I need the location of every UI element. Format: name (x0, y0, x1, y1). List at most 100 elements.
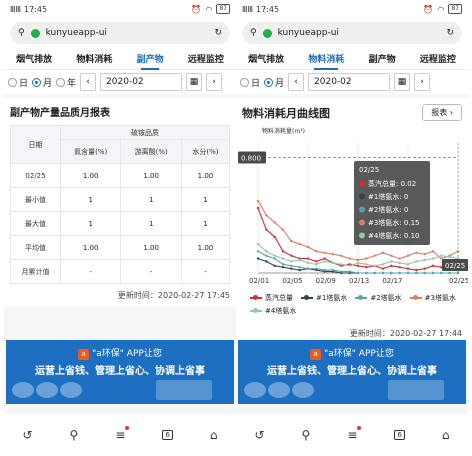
table-row: 月累计值 - - - (10, 259, 231, 284)
search-icon[interactable]: ⚲ (302, 428, 311, 442)
next-date-button[interactable]: › (206, 73, 223, 91)
home-icon[interactable]: ⌂ (210, 428, 218, 442)
data-point (356, 264, 360, 267)
radio-day[interactable]: 日 (8, 76, 28, 89)
report-table: 日期 硫铵品质 氮含量(%) 游离酸(%) 水分(%) 02/25 1.00 1… (10, 125, 231, 284)
tooltip-title: 02/25 (359, 166, 379, 174)
bottom-nav: ↺ ⚲ ≡ 6 ⌂ (236, 414, 468, 456)
data-point (348, 264, 351, 267)
data-point (390, 271, 393, 275)
data-point (390, 254, 393, 257)
line-chart[interactable]: 物料消耗量(m³) 0.800 02/01 02/05 02/09 02/13 02/17 0… (236, 123, 468, 293)
home-icon[interactable]: ⌂ (442, 428, 450, 442)
tab-flue-gas[interactable]: 烟气排放 (14, 48, 54, 69)
report-button[interactable]: 报表 › (422, 104, 462, 121)
url-bar: ⚲ kunyueapp-ui ↻ (236, 18, 468, 48)
tab-material[interactable]: 物料消耗 (306, 48, 346, 70)
search-icon[interactable]: ⚲ (70, 428, 79, 442)
ad-banner[interactable]: a "a环保" APP让您 运营上省钱、管理上省心、协调上省事 (6, 340, 234, 404)
back-icon[interactable]: ↺ (254, 428, 264, 442)
col-header: 水分(%) (180, 139, 231, 164)
tooltip-row: #3塔氨水: 0.15 (368, 218, 420, 227)
data-point (281, 257, 285, 260)
data-point (265, 254, 268, 257)
tabs-icon[interactable]: 6 (162, 430, 173, 440)
group-header: 硫铵品质 (60, 125, 230, 140)
banner-slogan: 运营上省钱、管理上省心、协调上省事 (35, 366, 205, 377)
prev-date-button[interactable]: ‹ (288, 73, 305, 91)
legend-item[interactable]: #3塔氨水 (409, 293, 456, 303)
data-point (315, 250, 318, 253)
refresh-icon[interactable]: ↻ (446, 28, 454, 38)
legend-item[interactable]: #4塔氨水 (250, 306, 296, 316)
data-point (398, 257, 401, 260)
ad-banner[interactable]: a "a环保" APP让您 运营上省钱、管理上省心、协调上省事 (238, 340, 466, 404)
search-icon[interactable]: ⚲ (250, 28, 257, 38)
data-point (423, 258, 426, 262)
x-tick-label: 02/13 (349, 277, 369, 285)
chart-card: 物料消耗月曲线图 报表 › 物料消耗量(m³) 0.800 02/01 02/05 02… (236, 98, 468, 345)
address-field[interactable]: ⚲ kunyueapp-ui ↻ (10, 22, 230, 44)
calendar-icon[interactable]: ▦ (186, 73, 203, 91)
data-point (256, 250, 260, 253)
tooltip-swatch (359, 219, 365, 226)
data-point (440, 254, 443, 257)
back-icon[interactable]: ↺ (22, 428, 32, 442)
data-point (331, 268, 335, 272)
refresh-icon[interactable]: ↻ (214, 28, 222, 38)
radio-year[interactable]: 年 (56, 76, 76, 89)
data-point (431, 264, 435, 267)
legend-item[interactable]: 蒸汽总量 (250, 293, 293, 303)
menu-icon[interactable]: ≡ (347, 426, 362, 442)
tab-bar: 烟气排放 物料消耗 副产物 远程监控 (4, 48, 236, 70)
tabs-icon[interactable]: 6 (394, 430, 405, 440)
tab-byproduct[interactable]: 副产物 (367, 48, 398, 69)
table-row: 平均值 1.00 1.00 1.00 (10, 235, 231, 260)
data-point (290, 264, 293, 267)
tab-flue-gas[interactable]: 烟气排放 (246, 48, 286, 69)
data-point (273, 235, 276, 239)
tab-remote-monitor[interactable]: 远程监控 (186, 48, 226, 69)
legend-item[interactable]: #2塔氨水 (355, 293, 402, 303)
data-point (290, 254, 293, 257)
bottom-nav: ↺ ⚲ ≡ 6 ⌂ (4, 414, 236, 456)
radio-day[interactable]: 日 (240, 76, 260, 89)
data-point (406, 254, 410, 257)
tab-byproduct[interactable]: 副产物 (135, 48, 166, 70)
chart-title: 物料消耗月曲线图 (242, 106, 330, 120)
menu-icon[interactable]: ≡ (115, 426, 130, 442)
x-marker-label: 02/25 (445, 262, 465, 270)
banner-illustration (12, 382, 90, 400)
data-point (298, 268, 301, 272)
radio-month[interactable]: 月 (32, 76, 52, 89)
data-point (265, 260, 268, 263)
chart-area[interactable]: 物料消耗量(m³) 0.800 02/01 02/05 02/09 02/13 02/17 0… (236, 123, 468, 293)
data-point (315, 260, 318, 263)
signal-icon: ⅢⅢ (10, 4, 22, 14)
table-row: 最小值 1 1 1 (10, 187, 231, 212)
data-point (265, 228, 268, 231)
radio-month[interactable]: 月 (264, 76, 284, 89)
tab-remote-monitor[interactable]: 远程监控 (418, 48, 458, 69)
data-point (256, 242, 260, 246)
data-point (373, 264, 376, 267)
url-text: kunyueapp-ui (45, 28, 107, 38)
data-point (281, 250, 285, 253)
prev-date-button[interactable]: ‹ (80, 73, 97, 91)
data-point (365, 266, 368, 269)
date-picker[interactable]: 2020-02 (308, 73, 391, 91)
data-point (306, 257, 310, 260)
date-picker[interactable]: 2020-02 (100, 73, 183, 91)
data-point (406, 267, 410, 270)
calendar-icon[interactable]: ▦ (394, 73, 411, 91)
search-icon[interactable]: ⚲ (18, 28, 25, 38)
app-logo-icon: a (310, 349, 322, 360)
data-point (448, 271, 451, 275)
tab-material[interactable]: 物料消耗 (74, 48, 114, 69)
data-point (423, 253, 426, 256)
address-field[interactable]: ⚲ kunyueapp-ui ↻ (242, 22, 462, 44)
next-date-button[interactable]: › (414, 73, 431, 91)
status-bar: ⅢⅢ 17:45 ⏰ ◠ 87 (236, 0, 468, 18)
data-point (373, 271, 376, 275)
legend-item[interactable]: #1塔氨水 (301, 293, 347, 303)
